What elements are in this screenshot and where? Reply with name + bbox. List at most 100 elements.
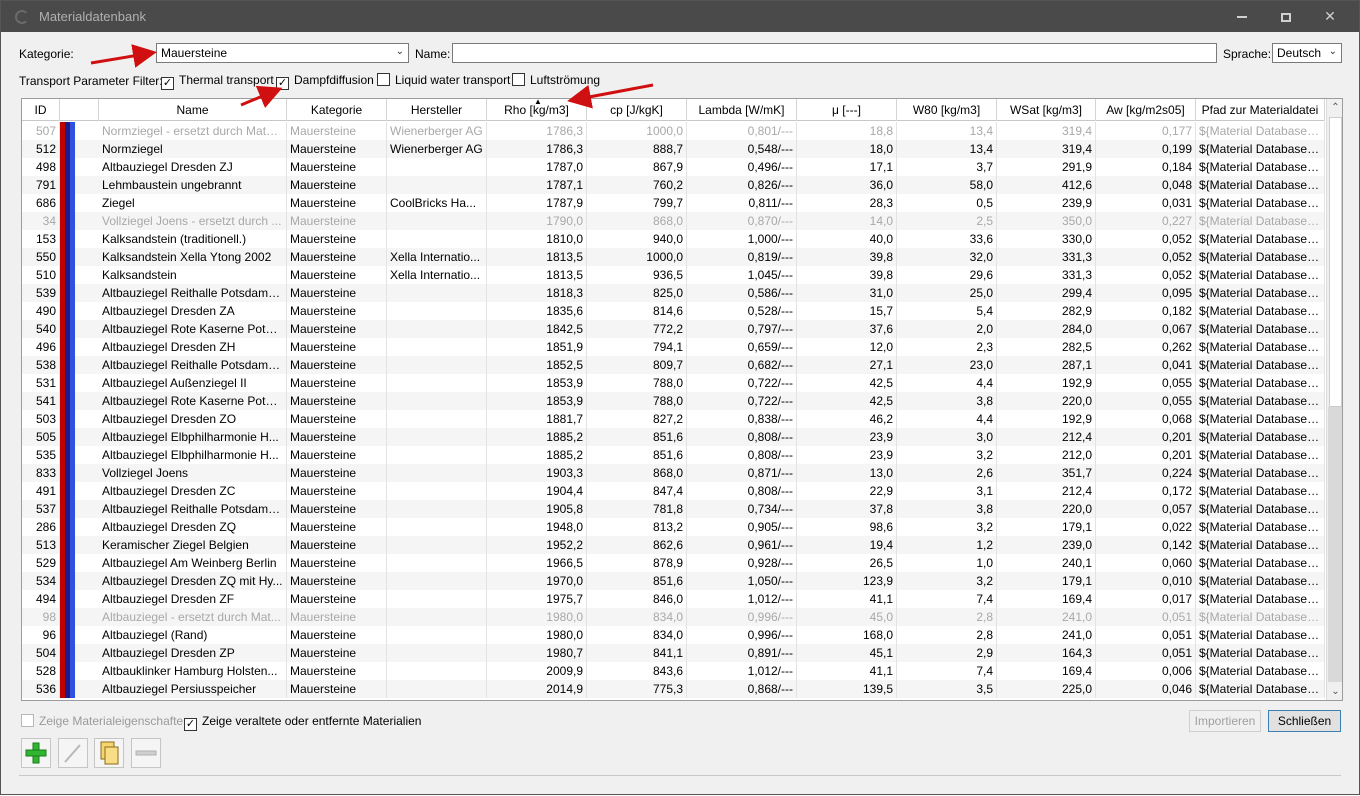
column-header-id[interactable]: ID [22, 99, 60, 121]
cell-lambda: 1,012/--- [687, 662, 797, 680]
table-row[interactable]: 34 Vollziegel Joens - ersetzt durch ... Ma… [22, 212, 1325, 230]
table-row[interactable]: 536 Altbauziegel Persiusspeicher Mauerstei… [22, 680, 1325, 698]
cell-herst [387, 392, 487, 410]
table-row[interactable]: 528 Altbauklinker Hamburg Holsten... Mauer… [22, 662, 1325, 680]
cell-w80: 2,0 [897, 320, 997, 338]
table-row[interactable]: 490 Altbauziegel Dresden ZA Mauersteine 183… [22, 302, 1325, 320]
sprache-dropdown[interactable]: Deutsch ⌄ [1272, 43, 1342, 63]
category-color-swatch [60, 680, 78, 698]
column-header-lambda[interactable]: Lambda [W/mK] [687, 99, 797, 121]
liquid-water-transport-checkbox[interactable]: Liquid water transport [377, 73, 510, 87]
scroll-thumb[interactable] [1329, 117, 1342, 407]
column-header-w80[interactable]: W80 [kg/m3] [897, 99, 997, 121]
table-row[interactable]: 510 Kalksandstein Mauersteine Xella Interna… [22, 266, 1325, 284]
cell-wsat: 241,0 [997, 626, 1096, 644]
title-bar[interactable]: Materialdatenbank ✕ [1, 1, 1359, 32]
category-color-swatch [60, 320, 78, 338]
column-header-color[interactable] [60, 99, 99, 121]
cell-aw: 0,262 [1096, 338, 1196, 356]
scroll-track[interactable] [1328, 407, 1342, 682]
table-row[interactable]: 491 Altbauziegel Dresden ZC Mauersteine 190… [22, 482, 1325, 500]
table-row[interactable]: 791 Lehmbaustein ungebrannt Mauersteine 178… [22, 176, 1325, 194]
cell-lambda: 0,811/--- [687, 194, 797, 212]
cell-name: Altbauziegel Rote Kaserne Potsd... [99, 392, 287, 410]
checkbox-label: Liquid water transport [395, 73, 511, 87]
import-button[interactable]: Importieren [1189, 710, 1261, 732]
table-row[interactable]: 833 Vollziegel Joens Mauersteine 1903,3 868,… [22, 464, 1325, 482]
scroll-down-icon[interactable]: ⌄ [1327, 683, 1342, 700]
table-row[interactable]: 153 Kalksandstein (traditionell.) Mauerste… [22, 230, 1325, 248]
table-row[interactable]: 496 Altbauziegel Dresden ZH Mauersteine 185… [22, 338, 1325, 356]
table-row[interactable]: 535 Altbauziegel Elbphilharmonie H... Maue… [22, 446, 1325, 464]
column-header-cp[interactable]: cp [J/kgK] [587, 99, 687, 121]
transport-filter-label: Transport Parameter Filter: [19, 74, 163, 88]
column-header-mu[interactable]: μ [---] [797, 99, 897, 121]
table-row[interactable]: 498 Altbauziegel Dresden ZJ Mauersteine 178… [22, 158, 1325, 176]
table-row[interactable]: 96 Altbauziegel (Rand) Mauersteine 1980,0 83… [22, 626, 1325, 644]
cell-name: Lehmbaustein ungebrannt [99, 176, 287, 194]
checkbox-box [377, 73, 390, 86]
cell-herst [387, 500, 487, 518]
edit-material-button[interactable] [58, 738, 88, 768]
table-row[interactable]: 504 Altbauziegel Dresden ZP Mauersteine 198… [22, 644, 1325, 662]
column-header-aw[interactable]: Aw [kg/m2s05] [1096, 99, 1196, 121]
thermal-transport-checkbox[interactable]: ✓ Thermal transport [161, 73, 274, 90]
close-window-button[interactable]: ✕ [1307, 1, 1353, 32]
cell-herst [387, 518, 487, 536]
table-row[interactable]: 286 Altbauziegel Dresden ZQ Mauersteine 194… [22, 518, 1325, 536]
name-input[interactable] [452, 43, 1217, 63]
column-header-kategorie[interactable]: Kategorie [287, 99, 387, 121]
kategorie-dropdown[interactable]: Mauersteine ⌄ [156, 43, 409, 63]
table-row[interactable]: 539 Altbauziegel Reithalle Potsdam (... Ma… [22, 284, 1325, 302]
column-header-name[interactable]: Name [99, 99, 287, 121]
cell-herst [387, 662, 487, 680]
dampfdiffusion-checkbox[interactable]: ✓ Dampfdiffusion [276, 73, 374, 90]
cell-aw: 0,201 [1096, 428, 1196, 446]
table-row[interactable]: 503 Altbauziegel Dresden ZO Mauersteine 188… [22, 410, 1325, 428]
cell-kat: Mauersteine [287, 536, 387, 554]
maximize-button[interactable] [1263, 1, 1309, 32]
cell-aw: 0,051 [1096, 608, 1196, 626]
minimize-button[interactable] [1219, 1, 1265, 32]
table-row[interactable]: 537 Altbauziegel Reithalle Potsdam (... Ma… [22, 500, 1325, 518]
cell-herst [387, 158, 487, 176]
table-row[interactable]: 513 Keramischer Ziegel Belgien Mauersteine… [22, 536, 1325, 554]
add-material-button[interactable] [21, 738, 51, 768]
vertical-scrollbar[interactable]: ⌃ ⌄ [1326, 99, 1342, 700]
table-row[interactable]: 538 Altbauziegel Reithalle Potsdam (... Ma… [22, 356, 1325, 374]
cell-pfad: ${Material Database}... [1196, 374, 1325, 392]
copy-material-button[interactable] [94, 738, 124, 768]
column-header-pfad[interactable]: Pfad zur Materialdatei [1196, 99, 1325, 121]
cell-name: Altbauziegel Reithalle Potsdam (... [99, 500, 287, 518]
table-row[interactable]: 494 Altbauziegel Dresden ZF Mauersteine 197… [22, 590, 1325, 608]
table-row[interactable]: 531 Altbauziegel Außenziegel II Mauerstein… [22, 374, 1325, 392]
cell-w80: 7,4 [897, 662, 997, 680]
table-row[interactable]: 505 Altbauziegel Elbphilharmonie H... Maue… [22, 428, 1325, 446]
category-color-swatch [60, 338, 78, 356]
table-row[interactable]: 507 Normziegel - ersetzt durch Materi... M… [22, 122, 1325, 140]
remove-material-button[interactable] [131, 738, 161, 768]
category-color-swatch [60, 176, 78, 194]
cell-pfad: ${Material Database}... [1196, 194, 1325, 212]
show-deprecated-checkbox[interactable]: ✓ Zeige veraltete oder entfernte Material… [184, 714, 421, 731]
luftstroemung-checkbox[interactable]: Luftströmung [512, 73, 600, 87]
column-header-wsat[interactable]: WSat [kg/m3] [997, 99, 1096, 121]
table-row[interactable]: 541 Altbauziegel Rote Kaserne Potsd... Mau… [22, 392, 1325, 410]
table-row[interactable]: 98 Altbauziegel - ersetzt durch Mat... Mau… [22, 608, 1325, 626]
cell-lambda: 1,050/--- [687, 572, 797, 590]
materials-table[interactable]: ID Name Kategorie Hersteller Rho [kg/m3]… [21, 98, 1343, 701]
table-row[interactable]: 686 Ziegel Mauersteine CoolBricks Ha... 1787… [22, 194, 1325, 212]
close-button[interactable]: Schließen [1268, 710, 1341, 732]
table-row[interactable]: 512 Normziegel Mauersteine Wienerberger AG 1… [22, 140, 1325, 158]
cell-mu: 17,1 [797, 158, 897, 176]
column-header-hersteller[interactable]: Hersteller [387, 99, 487, 121]
cell-w80: 4,4 [897, 410, 997, 428]
cell-pfad: ${Material Database}... [1196, 212, 1325, 230]
cell-w80: 58,0 [897, 176, 997, 194]
table-row[interactable]: 550 Kalksandstein Xella Ytong 2002 Mauerst… [22, 248, 1325, 266]
table-row[interactable]: 529 Altbauziegel Am Weinberg Berlin Mauers… [22, 554, 1325, 572]
show-properties-checkbox[interactable]: Zeige Materialeigenschaften [21, 714, 190, 728]
table-row[interactable]: 540 Altbauziegel Rote Kaserne Potsd... Mau… [22, 320, 1325, 338]
scroll-up-icon[interactable]: ⌃ [1327, 99, 1342, 116]
table-row[interactable]: 534 Altbauziegel Dresden ZQ mit Hy... Maue… [22, 572, 1325, 590]
